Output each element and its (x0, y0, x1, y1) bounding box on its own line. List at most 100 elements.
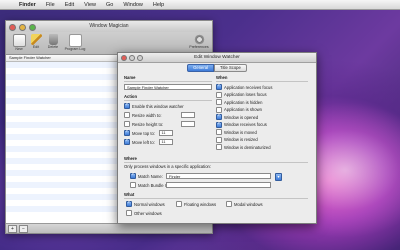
match-name-check-icon (130, 172, 136, 179)
what-modal-windows[interactable]: Modal windows (226, 201, 263, 207)
when-app-shown[interactable]: Application is shown (216, 106, 262, 113)
when-label: Window is moved (224, 129, 257, 135)
when-divider (216, 81, 308, 82)
match-name-label: Match Name: (138, 173, 163, 179)
what-other-windows[interactable]: Other windows (126, 210, 162, 216)
move-left-field[interactable]: 11 (159, 139, 173, 145)
edit-window-watcher-dialog: Edit Window Watcher General Title Scope … (117, 52, 317, 224)
what-label: Other windows (134, 210, 162, 216)
add-watcher-button[interactable]: + (8, 225, 17, 233)
enable-watcher-checkbox[interactable]: Enable this window watcher (124, 102, 184, 109)
when-window-deminaturized[interactable]: Window is deminaturized (216, 144, 271, 150)
match-name-field[interactable]: Finder (166, 172, 271, 179)
what-divider (124, 198, 308, 199)
minimize-icon[interactable] (19, 24, 26, 31)
what-label: Modal windows (234, 201, 263, 207)
main-window-titlebar[interactable]: Window Magician (6, 21, 212, 32)
menu-window[interactable]: Window (118, 2, 148, 8)
resize-height-field[interactable] (181, 121, 195, 127)
menu-finder[interactable]: Finder (14, 2, 41, 8)
where-section-heading: Where (124, 156, 137, 161)
when-window-receives-focus[interactable]: Window receives focus (216, 121, 267, 128)
match-bundle-check-icon (130, 182, 136, 188)
preferences-label: Preferences (189, 45, 209, 49)
move-left-label: Move left to: (132, 139, 155, 145)
when-label: Window is resized (224, 137, 258, 142)
check-icon (216, 129, 222, 135)
move-top-check-icon (124, 129, 130, 136)
menu-view[interactable]: View (79, 2, 101, 8)
resize-width-check-icon (124, 112, 130, 118)
check-icon (126, 210, 132, 216)
what-section-heading: What (124, 192, 135, 197)
tab-general[interactable]: General (187, 64, 215, 72)
enable-check-icon (124, 102, 130, 109)
close-icon[interactable] (9, 24, 16, 31)
program-log-label: Program Log (64, 47, 86, 51)
preferences-button[interactable]: Preferences (186, 34, 212, 49)
menu-bar: Finder File Edit View Go Window Help (0, 0, 400, 10)
resize-height-check-icon (124, 121, 130, 127)
when-label: Window is opened (224, 114, 259, 120)
match-name-checkbox[interactable]: Match Name: (130, 172, 163, 179)
zoom-icon[interactable] (29, 24, 36, 31)
check-icon (226, 201, 232, 207)
check-icon (176, 201, 182, 207)
when-label: Application loses focus (224, 92, 267, 97)
menu-edit[interactable]: Edit (60, 2, 79, 8)
dialog-close-icon[interactable] (121, 55, 127, 61)
resize-height-checkbox[interactable]: Resize height to: (124, 121, 195, 127)
check-icon (216, 83, 222, 90)
resize-height-label: Resize height to: (132, 121, 164, 127)
resize-width-field[interactable] (181, 112, 195, 118)
log-icon (68, 34, 82, 47)
move-left-check-icon (124, 138, 130, 145)
check-icon (216, 91, 222, 98)
resize-width-checkbox[interactable]: Resize width to: (124, 112, 195, 118)
match-bundle-field[interactable] (166, 181, 271, 188)
what-label: Floating windows (184, 201, 217, 207)
when-window-resized[interactable]: Window is resized (216, 136, 258, 143)
name-section-heading: Name (124, 75, 136, 80)
when-window-moved[interactable]: Window is moved (216, 129, 257, 135)
where-divider (124, 162, 308, 163)
when-window-opened[interactable]: Window is opened (216, 113, 259, 120)
gear-icon (193, 34, 205, 45)
main-window-bottom-bar: + − (6, 223, 212, 233)
match-bundle-checkbox[interactable]: Match Bundle ID: (130, 182, 170, 188)
move-top-field[interactable]: 11 (159, 130, 173, 136)
what-normal-windows[interactable]: Normal windows (126, 200, 165, 207)
check-icon (216, 99, 222, 105)
move-top-label: Move top to: (132, 130, 156, 136)
chevron-down-icon: ▾ (277, 173, 280, 179)
tab-title-scope[interactable]: Title Scope (214, 64, 247, 72)
remove-watcher-button[interactable]: − (19, 225, 28, 233)
check-icon (216, 113, 222, 120)
check-icon (216, 144, 222, 150)
dialog-titlebar[interactable]: Edit Window Watcher (118, 53, 316, 63)
check-icon (126, 200, 132, 207)
menu-help[interactable]: Help (148, 2, 169, 8)
enable-watcher-label: Enable this window watcher (132, 103, 184, 109)
what-floating-windows[interactable]: Floating windows (176, 201, 216, 207)
name-field[interactable]: Sample Finder Watcher (124, 84, 212, 90)
program-log-button[interactable]: Program Log (62, 34, 88, 51)
move-top-checkbox[interactable]: Move top to: 11 (124, 129, 173, 136)
dialog-zoom-icon (137, 55, 143, 61)
action-section-heading: Action (124, 94, 138, 99)
menu-file[interactable]: File (41, 2, 60, 8)
when-app-loses-focus[interactable]: Application loses focus (216, 91, 267, 98)
check-icon (216, 121, 222, 128)
when-label: Application receives focus (224, 84, 273, 90)
when-label: Window receives focus (224, 122, 267, 127)
when-app-hidden[interactable]: Application is hidden (216, 99, 262, 105)
name-divider (124, 81, 212, 82)
app-picker-button[interactable]: ▾ (275, 172, 282, 181)
move-left-checkbox[interactable]: Move left to: 11 (124, 138, 173, 145)
when-app-receives-focus[interactable]: Application receives focus (216, 83, 273, 90)
pencil-icon (30, 34, 42, 45)
menu-go[interactable]: Go (101, 2, 118, 8)
where-description: Only process windows in a specific appli… (124, 164, 212, 169)
when-label: Application is hidden (224, 99, 263, 105)
action-divider (124, 100, 212, 101)
